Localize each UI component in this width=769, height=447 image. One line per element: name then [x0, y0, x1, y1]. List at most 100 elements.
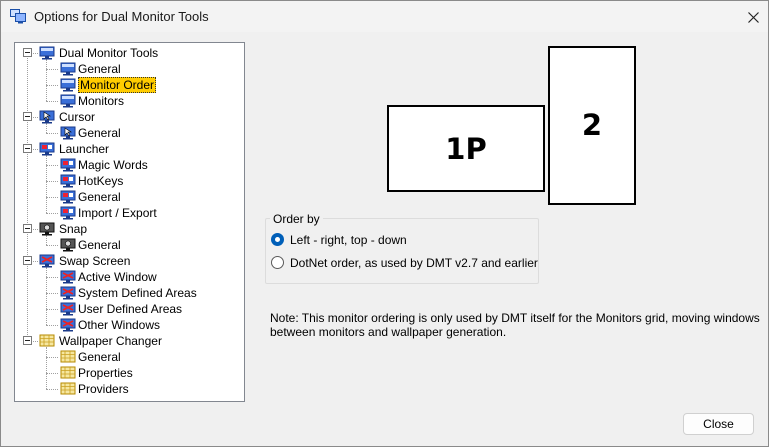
tree-item-label: Swap Screen [59, 254, 131, 268]
tree-connector [46, 293, 58, 294]
collapse-toggle-icon[interactable] [23, 256, 32, 265]
title-bar: Options for Dual Monitor Tools [1, 1, 768, 32]
tree-connector [46, 245, 58, 246]
tree-group-node[interactable]: Swap Screen [15, 253, 244, 269]
collapse-toggle-icon[interactable] [23, 112, 32, 121]
tree-item[interactable]: Properties [15, 365, 244, 381]
monitor-2-label: 2 [581, 108, 603, 142]
tree-connector [46, 197, 58, 198]
monitor-icon [60, 78, 76, 92]
tree-connector [33, 149, 38, 150]
tree-item[interactable]: Other Windows [15, 317, 244, 333]
tree-group-node[interactable]: Cursor [15, 109, 244, 125]
tree-connector [46, 69, 58, 70]
tree-item-label: Launcher [59, 142, 110, 156]
swap-screen-icon [60, 318, 76, 332]
tree-connector [46, 165, 58, 166]
monitor-icon [60, 62, 76, 76]
note-text: Note: This monitor ordering is only used… [270, 311, 760, 339]
collapse-toggle-icon[interactable] [23, 336, 32, 345]
tree-item[interactable]: General [15, 189, 244, 205]
tree-item[interactable]: User Defined Areas [15, 301, 244, 317]
tree-group-node[interactable]: Launcher [15, 141, 244, 157]
options-tree[interactable]: Dual Monitor Tools General Monitor Order Mo… [14, 42, 245, 402]
tree-item-label: Active Window [78, 270, 157, 284]
tree-item[interactable]: HotKeys [15, 173, 244, 189]
collapse-toggle-icon[interactable] [23, 144, 32, 153]
radio-button-checked[interactable] [271, 233, 284, 246]
window-close-button[interactable] [737, 5, 769, 29]
wallpaper-icon [60, 382, 76, 395]
tree-connector [46, 325, 58, 326]
tree-item-label: General [78, 126, 121, 140]
launcher-icon [60, 158, 76, 172]
close-button[interactable]: Close [683, 413, 754, 435]
tree-item[interactable]: Magic Words [15, 157, 244, 173]
tree-item-label: Snap [59, 222, 88, 236]
tree-group-node[interactable]: Wallpaper Changer [15, 333, 244, 349]
tree-item[interactable]: System Defined Areas [15, 285, 244, 301]
radio-label: DotNet order, as used by DMT v2.7 and ea… [290, 256, 538, 270]
window-title: Options for Dual Monitor Tools [34, 9, 209, 24]
dual-monitor-app-icon [10, 9, 26, 24]
collapse-toggle-icon[interactable] [23, 224, 32, 233]
swap-screen-icon [39, 254, 55, 268]
tree-item-label: Wallpaper Changer [59, 334, 162, 348]
launcher-icon [60, 190, 76, 204]
options-dialog: Options for Dual Monitor Tools Dual Moni… [0, 0, 769, 447]
tree-item-label: Monitors [78, 94, 125, 108]
monitor-1-label: 1P [445, 131, 487, 166]
collapse-toggle-icon[interactable] [23, 48, 32, 57]
tree-item-label: Properties [78, 366, 133, 380]
tree-item-label: Other Windows [78, 318, 161, 332]
tree-item[interactable]: General [15, 349, 244, 365]
tree-connector [46, 389, 58, 390]
wallpaper-icon [39, 334, 55, 347]
monitor-1-box[interactable]: 1P [387, 105, 545, 192]
tree-connector [33, 341, 38, 342]
tree-connector [46, 85, 58, 86]
cursor-icon [39, 110, 55, 124]
order-by-group-title: Order by [270, 212, 323, 226]
tree-connector [46, 133, 58, 134]
tree-item-label: General [78, 238, 121, 252]
wallpaper-icon [60, 366, 76, 379]
wallpaper-icon [60, 350, 76, 363]
order-by-group [265, 218, 539, 284]
cursor-icon [60, 126, 76, 140]
tree-item[interactable]: Active Window [15, 269, 244, 285]
swap-screen-icon [60, 270, 76, 284]
swap-screen-icon [60, 302, 76, 316]
tree-item[interactable]: General [15, 125, 244, 141]
tree-item-label-selected: Monitor Order [78, 77, 157, 93]
tree-connector [46, 309, 58, 310]
tree-connector [46, 357, 58, 358]
tree-item-label: General [78, 350, 121, 364]
launcher-icon [60, 206, 76, 220]
tree-item[interactable]: Import / Export [15, 205, 244, 221]
swap-screen-icon [60, 286, 76, 300]
tree-item-label: General [78, 190, 121, 204]
monitor-icon [60, 94, 76, 108]
tree-item[interactable]: General [15, 61, 244, 77]
launcher-icon [39, 142, 55, 156]
tree-connector [33, 261, 38, 262]
tree-connector [46, 373, 58, 374]
tree-item[interactable]: Monitor Order [15, 77, 244, 93]
tree-connector [46, 101, 58, 102]
tree-item-label: Providers [78, 382, 129, 396]
tree-connector [46, 213, 58, 214]
tree-group-node[interactable]: Dual Monitor Tools [15, 45, 244, 61]
tree-group-node[interactable]: Snap [15, 221, 244, 237]
tree-item[interactable]: Monitors [15, 93, 244, 109]
tree-item-label: User Defined Areas [78, 302, 183, 316]
monitor-2-box[interactable]: 2 [548, 46, 636, 205]
monitor-icon [39, 46, 55, 60]
launcher-icon [60, 174, 76, 188]
tree-item-label: Magic Words [78, 158, 148, 172]
tree-item[interactable]: Providers [15, 381, 244, 397]
close-icon [748, 12, 759, 23]
tree-item[interactable]: General [15, 237, 244, 253]
radio-button-unchecked[interactable] [271, 256, 284, 269]
tree-connector [46, 181, 58, 182]
